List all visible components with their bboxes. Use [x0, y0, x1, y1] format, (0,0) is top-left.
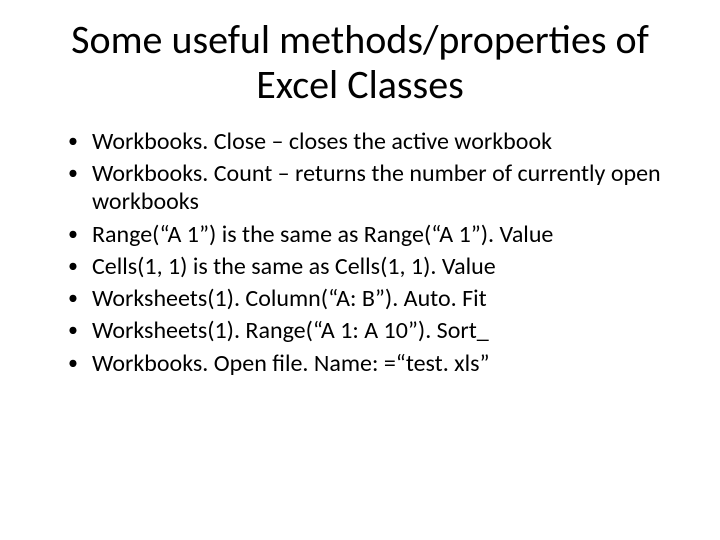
list-item: Worksheets(1). Range(“A 1: A 10”). Sort_ [68, 317, 680, 345]
slide-title: Some useful methods/properties of Excel … [40, 18, 680, 108]
list-item: Range(“A 1”) is the same as Range(“A 1”)… [68, 221, 680, 249]
list-item: Worksheets(1). Column(“A: B”). Auto. Fit [68, 285, 680, 313]
list-item: Workbooks. Close – closes the active wor… [68, 128, 680, 156]
list-item: Workbooks. Open file. Name: =“test. xls” [68, 350, 680, 378]
bullet-list: Workbooks. Close – closes the active wor… [40, 128, 680, 379]
list-item: Cells(1, 1) is the same as Cells(1, 1). … [68, 253, 680, 281]
list-item: Workbooks. Count – returns the number of… [68, 160, 680, 217]
slide: Some useful methods/properties of Excel … [0, 0, 720, 540]
